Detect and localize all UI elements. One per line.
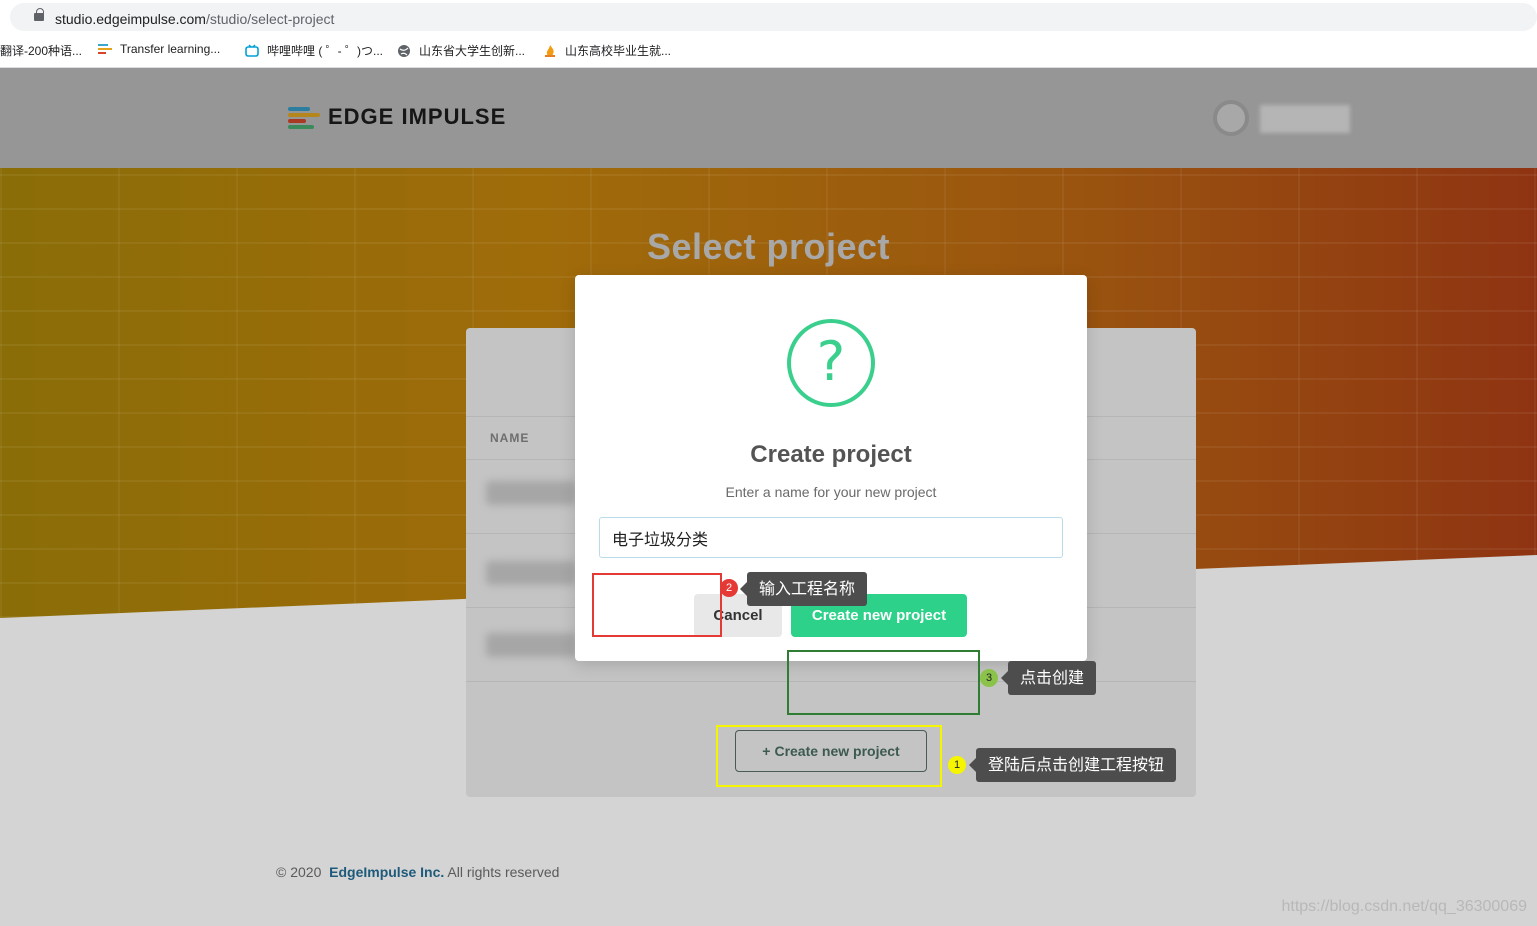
bookmark-label: 山东高校毕业生就... bbox=[565, 44, 672, 58]
bookmark-item[interactable]: Transfer learning... bbox=[98, 42, 220, 56]
bookmark-item[interactable]: 山东省大学生创新... bbox=[397, 42, 525, 59]
edge-impulse-icon bbox=[98, 42, 112, 56]
bookmark-item[interactable]: 翻译-200种语... bbox=[0, 42, 82, 59]
bookmark-label: Transfer learning... bbox=[120, 42, 221, 56]
annotation-tip-2: 输入工程名称 bbox=[739, 572, 868, 606]
edge-impulse-logo-icon bbox=[288, 105, 320, 129]
bookmark-label: 哔哩哔哩 ( ゜- ゜)つ... bbox=[267, 44, 383, 58]
annotation-tip-1: 登陆后点击创建工程按钮 bbox=[968, 748, 1177, 782]
annotation-tip-3: 点击创建 bbox=[1000, 661, 1097, 695]
top-navbar: EDGE IMPULSE bbox=[0, 68, 1537, 168]
brand-name: EDGE IMPULSE bbox=[328, 104, 507, 129]
footer-company-link[interactable]: EdgeImpulse Inc. bbox=[329, 864, 444, 880]
table-row[interactable] bbox=[486, 481, 576, 505]
flame-icon bbox=[543, 44, 557, 58]
url-field[interactable]: studio.edgeimpulse.com/studio/select-pro… bbox=[10, 3, 1537, 31]
page-title: Select project bbox=[646, 226, 891, 267]
project-name-input[interactable] bbox=[599, 517, 1063, 558]
bookmarks-bar: 翻译-200种语... Transfer learning... 哔哩哔哩 ( … bbox=[0, 36, 1537, 68]
annotation-box-create bbox=[716, 725, 942, 787]
brand-logo[interactable]: EDGE IMPULSE bbox=[288, 104, 506, 130]
watermark: https://blog.csdn.net/qq_36300069 bbox=[1281, 898, 1527, 915]
avatar[interactable] bbox=[1213, 100, 1249, 136]
footer: © 2020 EdgeImpulse Inc. All rights reser… bbox=[276, 864, 560, 880]
browser-address-bar: studio.edgeimpulse.com/studio/select-pro… bbox=[0, 0, 1537, 36]
bookmark-item[interactable]: 山东高校毕业生就... bbox=[543, 42, 671, 59]
lock-icon bbox=[34, 8, 44, 21]
table-row[interactable] bbox=[486, 633, 576, 657]
question-icon: ? bbox=[787, 319, 875, 407]
dialog-title: Create project bbox=[750, 441, 912, 468]
annotation-badge-3: 3 bbox=[980, 669, 998, 687]
bookmark-label: 山东省大学生创新... bbox=[419, 44, 526, 58]
annotation-box-confirm bbox=[787, 650, 980, 715]
annotation-box-input bbox=[592, 573, 722, 637]
column-header-name: NAME bbox=[490, 431, 530, 445]
dialog-subtitle: Enter a name for your new project bbox=[725, 484, 937, 500]
globe-icon bbox=[397, 44, 411, 58]
bookmark-label: 翻译-200种语... bbox=[0, 44, 83, 58]
bilibili-icon bbox=[245, 43, 259, 58]
bookmark-item[interactable]: 哔哩哔哩 ( ゜- ゜)つ... bbox=[245, 42, 383, 59]
url-text: studio.edgeimpulse.com/studio/select-pro… bbox=[55, 11, 335, 27]
annotation-badge-1: 1 bbox=[948, 756, 966, 774]
username-redacted[interactable] bbox=[1260, 105, 1350, 133]
annotation-badge-2: 2 bbox=[720, 579, 738, 597]
table-row[interactable] bbox=[486, 561, 576, 585]
